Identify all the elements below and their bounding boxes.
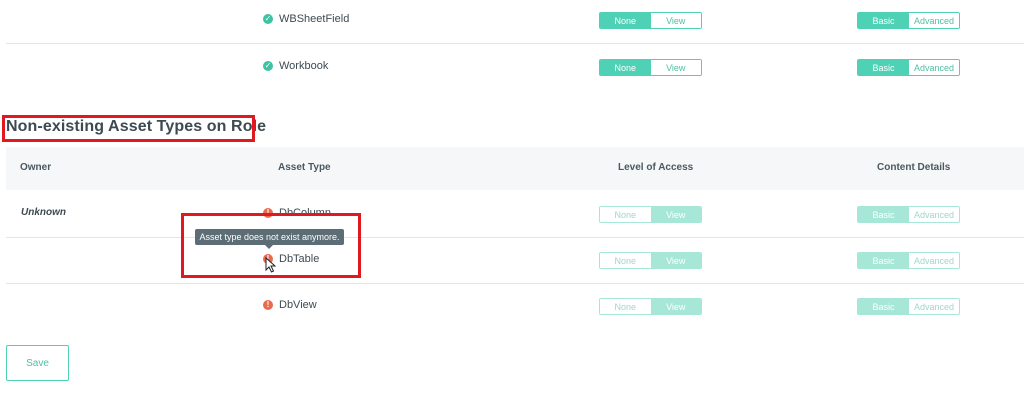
access-none-option[interactable]: None: [600, 299, 651, 314]
asset-type-cell: ! DbView: [263, 297, 317, 313]
row-divider: [6, 237, 1024, 238]
asset-type-name: Workbook: [279, 60, 329, 72]
asset-type-name: DbView: [279, 299, 317, 311]
access-view-option[interactable]: View: [650, 299, 701, 314]
access-view-option[interactable]: View: [650, 253, 701, 268]
level-of-access-toggle: None View: [599, 298, 702, 315]
column-header-asset-type: Asset Type: [278, 162, 331, 173]
access-view-option[interactable]: View: [650, 207, 701, 222]
content-basic-option[interactable]: Basic: [858, 60, 909, 75]
highlight-box: [2, 115, 255, 142]
access-none-option[interactable]: None: [600, 60, 651, 75]
asset-type-cell: ✓ Workbook: [263, 58, 328, 74]
asset-type-cell: ✓ WBSheetField: [263, 11, 349, 27]
content-details-toggle: Basic Advanced: [857, 12, 960, 29]
content-details-toggle: Basic Advanced: [857, 252, 960, 269]
save-button[interactable]: Save: [6, 345, 69, 381]
level-of-access-toggle: None View: [599, 12, 702, 29]
table-header: [6, 147, 1024, 190]
content-advanced-option[interactable]: Advanced: [909, 13, 959, 28]
access-none-option[interactable]: None: [600, 13, 651, 28]
asset-type-name: WBSheetField: [279, 13, 350, 25]
content-basic-option[interactable]: Basic: [858, 13, 909, 28]
check-circle-icon: ✓: [263, 14, 273, 24]
level-of-access-toggle: None View: [599, 59, 702, 76]
mouse-pointer-icon: [265, 257, 277, 273]
content-details-toggle: Basic Advanced: [857, 206, 960, 223]
content-basic-option[interactable]: Basic: [858, 299, 909, 314]
row-divider: [6, 283, 1024, 284]
access-view-option[interactable]: View: [650, 60, 701, 75]
level-of-access-toggle: None View: [599, 252, 702, 269]
content-advanced-option[interactable]: Advanced: [909, 60, 959, 75]
level-of-access-toggle: None View: [599, 206, 702, 223]
content-advanced-option[interactable]: Advanced: [909, 207, 959, 222]
column-header-content-details: Content Details: [877, 162, 951, 173]
access-none-option[interactable]: None: [600, 207, 651, 222]
access-view-option[interactable]: View: [650, 13, 701, 28]
row-divider: [6, 43, 1024, 44]
column-header-owner: Owner: [20, 162, 52, 173]
column-header-level-of-access: Level of Access: [618, 162, 694, 173]
content-basic-option[interactable]: Basic: [858, 253, 909, 268]
content-advanced-option[interactable]: Advanced: [909, 299, 959, 314]
access-none-option[interactable]: None: [600, 253, 651, 268]
content-details-toggle: Basic Advanced: [857, 59, 960, 76]
exclamation-circle-icon[interactable]: !: [263, 300, 273, 310]
content-details-toggle: Basic Advanced: [857, 298, 960, 315]
content-basic-option[interactable]: Basic: [858, 207, 909, 222]
check-circle-icon: ✓: [263, 61, 273, 71]
content-advanced-option[interactable]: Advanced: [909, 253, 959, 268]
owner-cell: Unknown: [21, 207, 66, 218]
